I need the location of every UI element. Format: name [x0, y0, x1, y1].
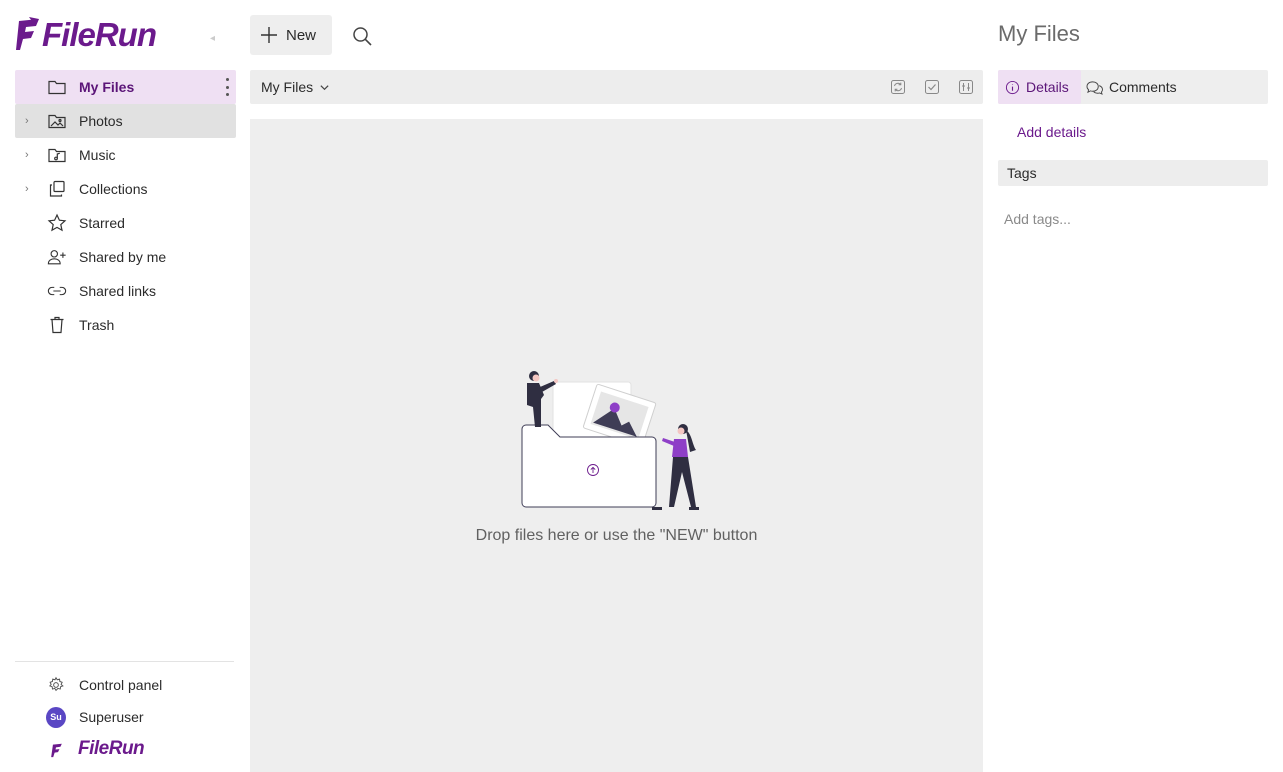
- tab-comments[interactable]: Comments: [1085, 70, 1205, 104]
- gear-icon: [46, 675, 66, 695]
- trash-icon: [46, 315, 68, 335]
- breadcrumb[interactable]: My Files: [261, 79, 330, 95]
- chevron-down-icon: [320, 84, 329, 90]
- select-checkbox-icon[interactable]: [924, 79, 940, 95]
- link-icon: [46, 281, 68, 301]
- sidebar-item-label: Music: [79, 147, 116, 163]
- music-folder-icon: [46, 145, 68, 165]
- sidebar-item-label: Starred: [79, 215, 125, 231]
- brand-logo[interactable]: FileRun: [15, 14, 157, 56]
- breadcrumb-current: My Files: [261, 79, 314, 95]
- collections-icon: [46, 179, 68, 199]
- avatar-initials: Su: [46, 706, 66, 728]
- details-panel-title: My Files: [998, 21, 1080, 46]
- drop-zone-message: Drop files here or use the "NEW" button: [475, 527, 758, 544]
- sidebar-item-my-files[interactable]: My Files: [15, 70, 236, 104]
- new-button[interactable]: New: [250, 15, 332, 55]
- comments-icon: [1086, 80, 1103, 95]
- tags-header: Tags: [998, 160, 1268, 186]
- empty-folder-illustration-icon: [521, 371, 699, 510]
- filerun-logo-icon: [16, 17, 39, 50]
- details-tabs: Details Comments: [998, 70, 1268, 104]
- sidebar-item-photos[interactable]: › Photos: [15, 104, 236, 138]
- chevron-right-icon[interactable]: ›: [25, 182, 35, 196]
- new-button-label: New: [286, 27, 317, 44]
- sidebar-item-label: Collections: [79, 181, 148, 197]
- user-menu[interactable]: Su Superuser: [15, 702, 236, 732]
- avatar: Su: [46, 706, 66, 728]
- search-icon[interactable]: [350, 24, 374, 48]
- control-panel-label: Control panel: [79, 677, 163, 693]
- plus-icon: [261, 27, 277, 43]
- tab-label: Comments: [1109, 79, 1177, 95]
- refresh-icon[interactable]: [890, 79, 906, 95]
- sidebar-item-starred[interactable]: Starred: [15, 206, 236, 240]
- filerun-mini-logo-icon: [46, 740, 66, 760]
- sidebar-item-label: Shared links: [79, 283, 157, 299]
- photos-folder-icon: [46, 111, 68, 131]
- breadcrumb-bar: My Files: [250, 70, 983, 104]
- info-icon: [1005, 80, 1020, 94]
- footer-brand: FileRun: [15, 735, 236, 765]
- chevron-right-icon[interactable]: ›: [25, 148, 35, 162]
- sidebar-item-shared-links[interactable]: Shared links: [15, 274, 236, 308]
- drop-zone[interactable]: Drop files here or use the "NEW" button: [250, 119, 983, 772]
- tab-details[interactable]: Details: [998, 70, 1081, 104]
- view-options-icon[interactable]: [958, 79, 974, 95]
- sidebar-nav: My Files › Photos › Music › Collections: [15, 70, 236, 342]
- more-options-icon[interactable]: [224, 78, 230, 96]
- sidebar-item-label: Photos: [79, 113, 123, 129]
- sidebar-item-trash[interactable]: Trash: [15, 308, 236, 342]
- sidebar-divider: [15, 661, 234, 662]
- sidebar: FileRun ◂ My Files › Photos › Music › Co…: [0, 0, 250, 772]
- folder-icon: [46, 77, 68, 97]
- chevron-right-icon[interactable]: ›: [25, 114, 35, 128]
- footer-brand-name: FileRun: [78, 738, 145, 759]
- tab-label: Details: [1026, 79, 1069, 95]
- add-tags-input[interactable]: [998, 205, 1268, 233]
- add-details-link[interactable]: Add details: [1017, 124, 1086, 140]
- sidebar-item-shared-by-me[interactable]: Shared by me: [15, 240, 236, 274]
- user-name: Superuser: [79, 709, 144, 725]
- sidebar-item-music[interactable]: › Music: [15, 138, 236, 172]
- star-icon: [46, 213, 68, 233]
- sidebar-item-label: My Files: [79, 79, 135, 95]
- user-plus-icon: [46, 247, 68, 267]
- tags-header-label: Tags: [1007, 165, 1037, 181]
- collapse-sidebar-icon[interactable]: ◂: [210, 33, 216, 44]
- control-panel-link[interactable]: Control panel: [15, 670, 236, 700]
- sidebar-item-label: Shared by me: [79, 249, 167, 265]
- sidebar-item-label: Trash: [79, 317, 115, 333]
- brand-name: FileRun: [42, 16, 157, 53]
- sidebar-item-collections[interactable]: › Collections: [15, 172, 236, 206]
